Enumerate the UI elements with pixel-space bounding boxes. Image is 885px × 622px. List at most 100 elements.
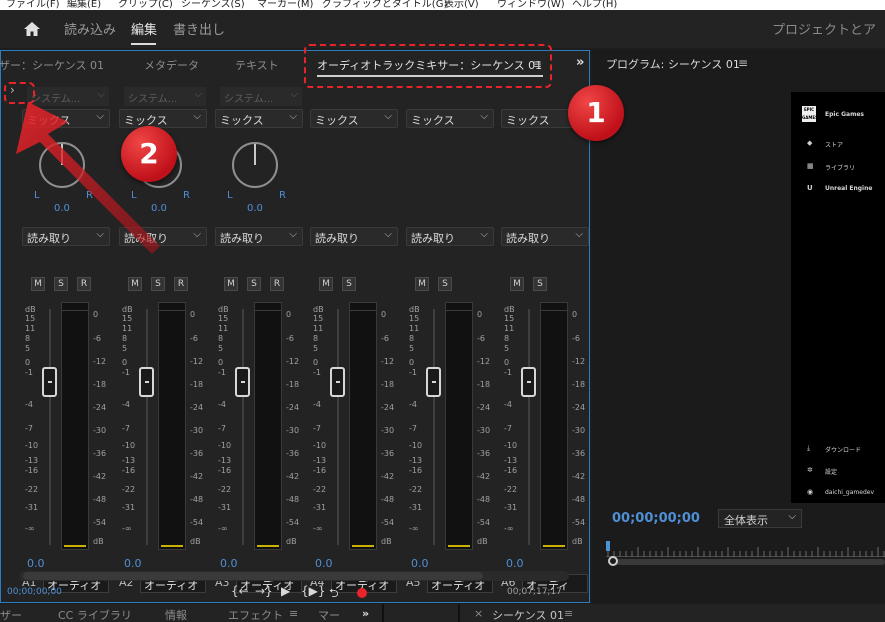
volume-fader-handle[interactable] [42,367,57,397]
pan-knob[interactable] [232,142,278,188]
pan-value[interactable]: 0.0 [247,203,263,214]
menu-sequence[interactable]: シーケンス(S) [181,0,245,10]
volume-value[interactable]: 0.0 [124,557,142,570]
go-to-in-icon[interactable]: {← [231,584,249,598]
timeline-menu-icon[interactable]: ≡ [564,607,573,620]
fader-scale-label: -∞ [218,524,228,533]
play-icon[interactable]: ▶ [281,584,290,598]
mute-button[interactable]: M [319,277,333,291]
volume-value[interactable]: 0.0 [27,557,45,570]
tab-timeline-sequence[interactable]: シーケンス 01 [492,607,564,622]
menu-view[interactable]: 表示(V) [444,0,479,10]
program-video-frame[interactable]: EPIC GAMES Epic Games ◆ ストア ▦ ライブラリ U Un… [791,92,885,503]
mute-button[interactable]: M [224,277,238,291]
record-enable-button[interactable]: R [270,277,284,291]
tab-markers[interactable]: マー [318,607,340,622]
automation-mode-select[interactable]: 読み取り ⌵ [406,227,494,246]
menu-edit[interactable]: 編集(E) [67,0,101,10]
volume-fader-handle[interactable] [426,367,441,397]
loop-icon[interactable]: ⮌ [329,584,339,605]
effects-menu-icon[interactable]: ≡ [289,607,298,620]
send-mix-select[interactable]: ミックス ⌵ [215,109,303,128]
volume-value[interactable]: 0.0 [315,557,333,570]
clip-indicator[interactable] [159,303,185,311]
solo-button[interactable]: S [342,277,356,291]
tab-effects[interactable]: エフェクト [228,607,283,622]
play-in-to-out-icon[interactable]: {▶} [301,584,326,598]
automation-mode-select[interactable]: 読み取り ⌵ [215,227,303,246]
volume-fader-handle[interactable] [521,367,536,397]
tab-cc-libraries[interactable]: CC ライブラリ [58,607,132,622]
tab-bottom-mixer[interactable]: ザー [0,607,22,622]
solo-button[interactable]: S [247,277,261,291]
chevron-down-icon: ⌵ [290,89,298,100]
fader-track[interactable] [49,309,51,545]
workspace-export[interactable]: 書き出し [173,19,225,38]
automation-mode-select[interactable]: 読み取り ⌵ [310,227,398,246]
mute-button[interactable]: M [415,277,429,291]
volume-value[interactable]: 0.0 [506,557,524,570]
zoom-level-select[interactable]: 全体表示 ⌵ [718,509,802,528]
home-icon[interactable] [22,19,42,39]
volume-fader-handle[interactable] [235,367,250,397]
fader-track[interactable] [337,309,339,545]
volume-value[interactable]: 0.0 [411,557,429,570]
clip-indicator[interactable] [255,303,281,311]
mixer-timecode-current[interactable]: 00;00;00;00 [7,587,62,597]
solo-button[interactable]: S [151,277,165,291]
mute-button[interactable]: M [128,277,142,291]
clip-indicator[interactable] [446,303,472,311]
fader-track[interactable] [433,309,435,545]
workspace-project[interactable]: プロジェクトとア [772,19,876,38]
menu-window[interactable]: ウィンドウ(W) [497,0,565,10]
volume-fader-handle[interactable] [139,367,154,397]
menu-file[interactable]: ファイル(F) [6,0,60,10]
volume-fader-handle[interactable] [330,367,345,397]
tab-info[interactable]: 情報 [165,607,187,622]
go-to-out-icon[interactable]: →} [255,584,273,598]
fader-track[interactable] [528,309,530,545]
record-enable-button[interactable]: R [77,277,91,291]
tab-source-mixer[interactable]: ザー：シーケンス 01 [0,57,104,73]
solo-button[interactable]: S [54,277,68,291]
send-mix-select[interactable]: ミックス ⌵ [310,109,398,128]
send-mix-value: ミックス [315,114,359,127]
fader-track[interactable] [242,309,244,545]
record-enable-button[interactable]: R [174,277,188,291]
clip-indicator[interactable] [62,303,88,311]
solo-button[interactable]: S [533,277,547,291]
scrollbar-handle[interactable] [608,556,618,566]
more-tabs-icon-bottom[interactable]: » [362,607,369,620]
effects-slot-select[interactable]: システム... ⌵ [220,87,302,106]
workspace-import[interactable]: 読み込み [64,19,116,38]
fader-track[interactable] [146,309,148,545]
tab-text[interactable]: テキスト [235,57,279,73]
automation-mode-select[interactable]: 読み取り ⌵ [501,227,589,246]
close-tab-icon[interactable]: × [474,607,483,620]
program-zoom-scrollbar[interactable] [612,559,885,565]
mute-button[interactable]: M [31,277,45,291]
workspace-edit[interactable]: 編集 [131,19,157,38]
clip-indicator[interactable] [541,303,567,311]
menu-clip[interactable]: クリップ(C) [118,0,173,10]
fader-scale-label: -16 [504,466,518,475]
program-timecode[interactable]: 00;00;00;00 [612,511,700,526]
menu-graphics[interactable]: グラフィックとタイトル(G) [322,0,447,10]
more-tabs-icon[interactable]: » [576,55,584,70]
mute-button[interactable]: M [510,277,524,291]
program-menu-icon[interactable]: ≡ [738,56,748,70]
menu-help[interactable]: ヘルプ(H) [572,0,617,10]
volume-value[interactable]: 0.0 [220,557,238,570]
mixer-scrollbar-thumb[interactable] [23,572,483,580]
menu-marker[interactable]: マーカー(M) [257,0,313,10]
fader-scale-label: 8 [218,334,224,343]
program-monitor-title[interactable]: プログラム: シーケンス 01 [606,56,740,72]
record-icon[interactable] [357,588,367,598]
tab-metadata[interactable]: メタデータ [144,57,199,73]
playhead[interactable] [606,541,610,551]
send-mix-select[interactable]: ミックス ⌵ [406,109,494,128]
program-time-ruler[interactable] [606,543,885,557]
clip-indicator[interactable] [350,303,376,311]
solo-button[interactable]: S [438,277,452,291]
fader-scale-label: -31 [25,503,39,512]
